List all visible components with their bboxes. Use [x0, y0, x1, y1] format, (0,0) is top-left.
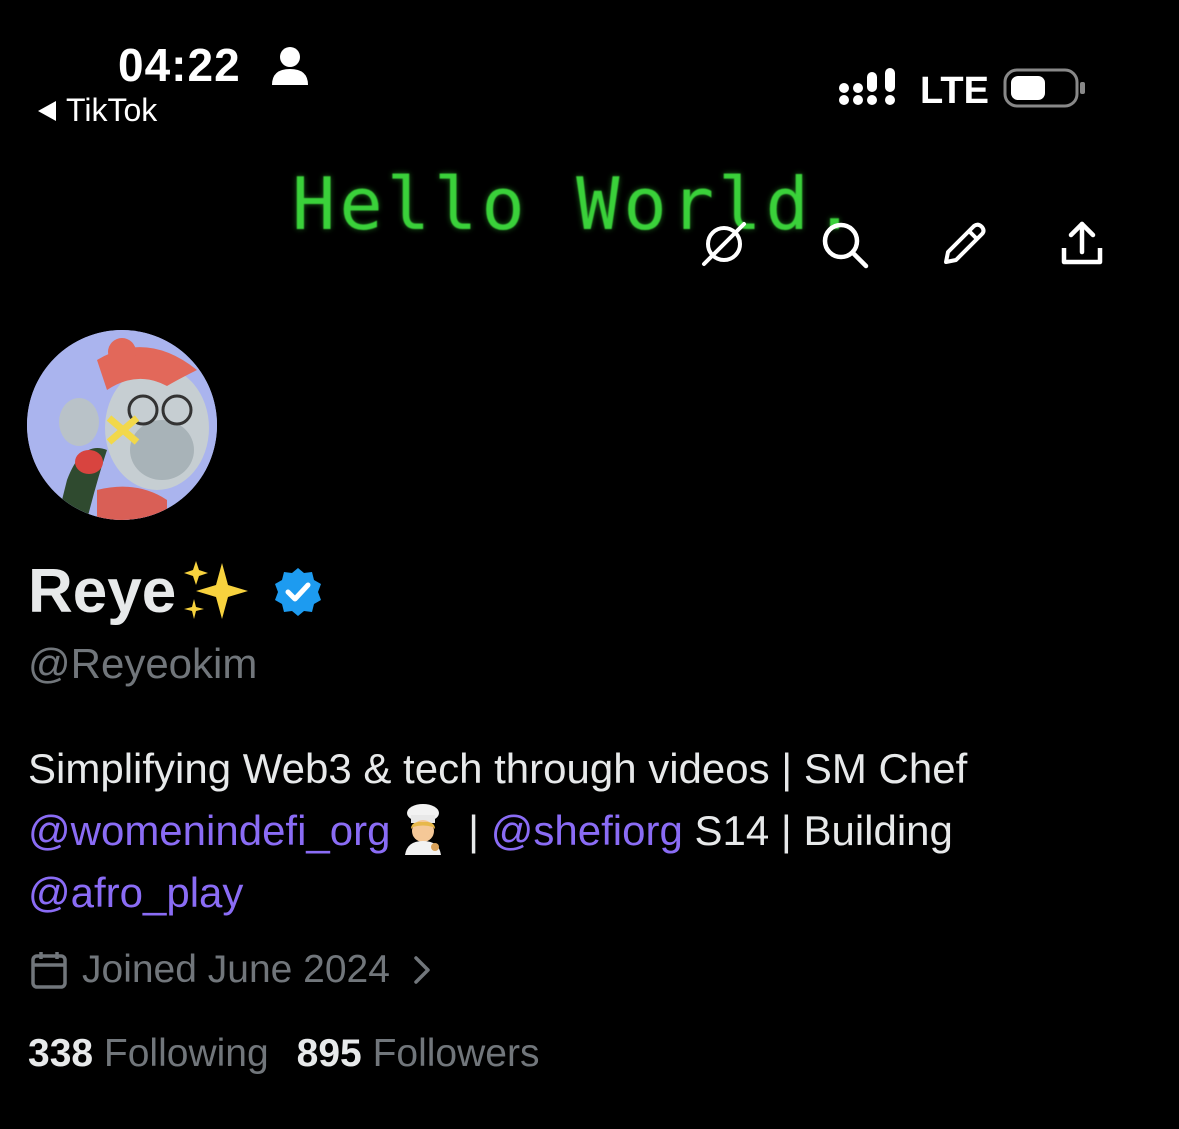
display-name: Reye [28, 557, 177, 626]
bio-text: Simplifying Web3 & tech through videos |… [28, 745, 968, 792]
joined-date-row[interactable]: Joined June 2024 [30, 948, 434, 992]
carrier-label: LTE [920, 70, 989, 112]
mention-link-afro-play[interactable]: @afro_play [28, 869, 243, 916]
back-app-label: TikTok [66, 92, 158, 128]
sparkles-icon [184, 560, 249, 619]
profile-handle: @Reyeokim [28, 640, 258, 687]
calendar-icon [31, 952, 67, 989]
status-time: 04:22 [118, 39, 241, 91]
ape-avatar-image [27, 330, 217, 520]
edit-button[interactable] [938, 218, 990, 270]
share-icon [1061, 221, 1103, 265]
profile-avatar[interactable] [27, 330, 217, 520]
bio-text-building: S14 | Building [682, 807, 953, 854]
edit-icon [944, 222, 986, 264]
signal-icon [839, 68, 895, 105]
share-button[interactable] [1056, 218, 1108, 270]
followers-label: Followers [372, 1032, 540, 1075]
chevron-right-icon [414, 956, 430, 984]
woman-cook-emoji-icon [404, 804, 441, 855]
person-icon [272, 47, 308, 85]
followers-count: 895 [296, 1032, 362, 1075]
grok-icon [702, 222, 746, 266]
battery-icon [1003, 68, 1085, 108]
profile-name: Reye [28, 556, 324, 627]
banner-text: Hello World. [292, 162, 861, 246]
following-stat[interactable]: 338 Following [28, 1032, 269, 1076]
followers-stat[interactable]: 895 Followers [297, 1032, 540, 1076]
following-label: Following [103, 1032, 269, 1075]
profile-bio: Simplifying Web3 & tech through videos |… [28, 738, 1148, 924]
search-icon [822, 222, 869, 269]
follow-stats: 338 Following 895 Followers [28, 1032, 539, 1076]
verified-badge-icon[interactable] [272, 566, 324, 618]
following-count: 338 [28, 1032, 94, 1075]
mention-link-womenindefi[interactable]: @womenindefi_org [28, 807, 391, 854]
joined-date-label: Joined June 2024 [82, 948, 390, 991]
back-to-app-link[interactable]: TikTok [38, 92, 157, 129]
bio-separator: | [456, 807, 491, 854]
grok-button[interactable] [698, 218, 750, 270]
back-arrow-icon [38, 100, 56, 121]
mention-link-shefiorg[interactable]: @shefiorg [491, 807, 683, 854]
search-button[interactable] [818, 218, 870, 270]
